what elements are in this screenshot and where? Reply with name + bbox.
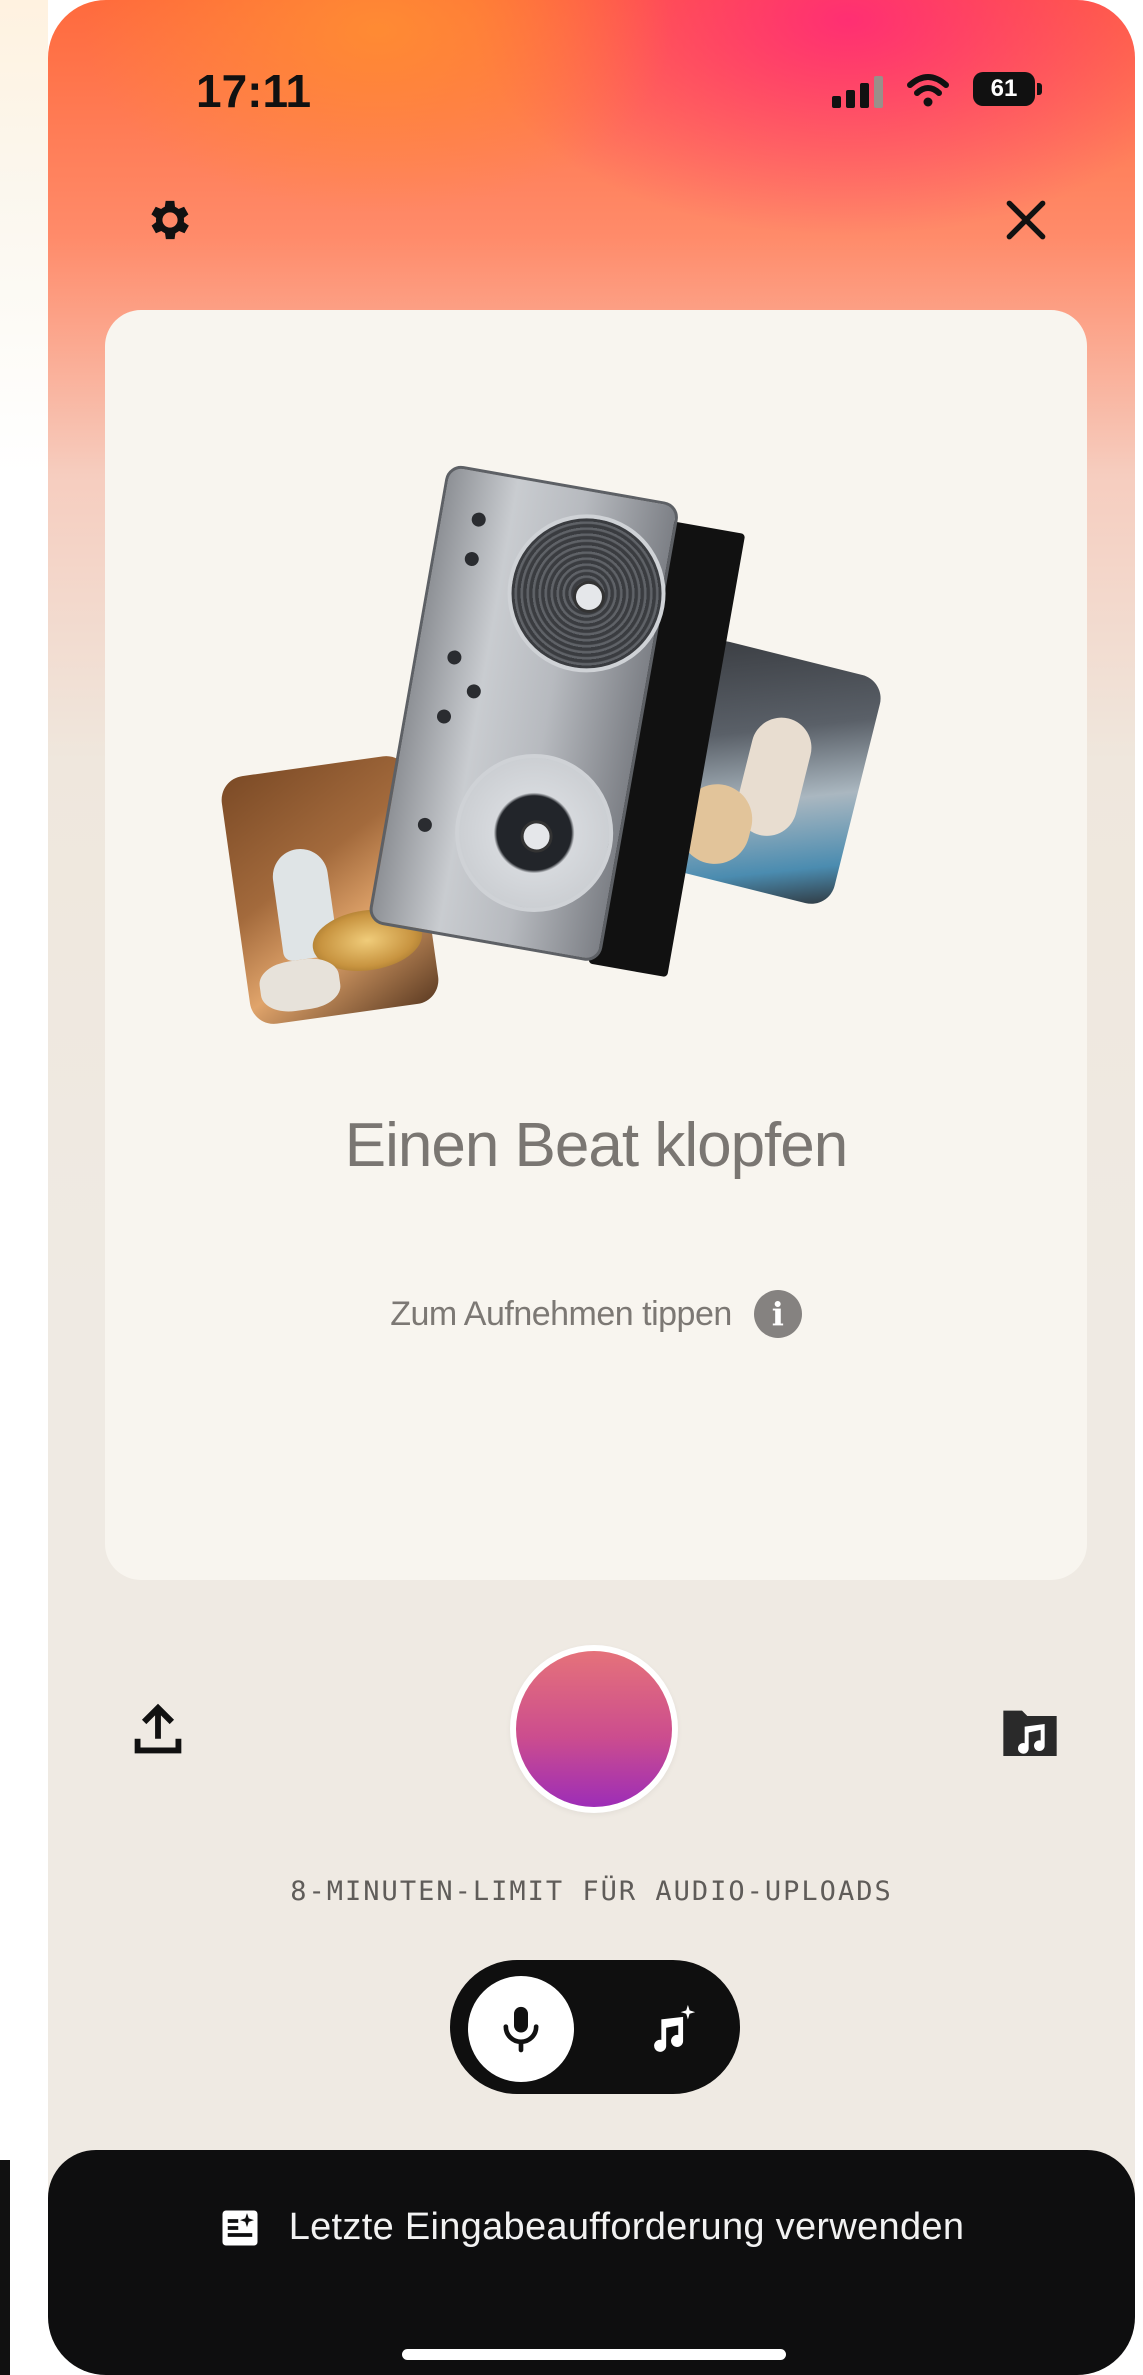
status-bar: 17:11 61: [48, 0, 1135, 180]
upload-icon: [134, 1703, 182, 1754]
drum: [256, 954, 344, 1016]
recording-screen: 17:11 61 Einen Beat klopfen Zum Aufnehme…: [48, 0, 1135, 2375]
home-indicator[interactable]: [402, 2349, 786, 2360]
knob: [446, 649, 463, 666]
settings-button[interactable]: [140, 190, 200, 250]
upload-limit-text: 8-MINUTEN-LIMIT FÜR AUDIO-UPLOADS: [290, 1876, 893, 1907]
microphone-icon: [503, 2006, 539, 2053]
record-hint: Zum Aufnehmen tippen i: [105, 1290, 1087, 1338]
knob: [435, 708, 453, 725]
audio-library-button[interactable]: [998, 1700, 1062, 1764]
input-mode-toggle: [450, 1960, 740, 2094]
record-button-fill: [516, 1651, 672, 1807]
record-button[interactable]: [510, 1645, 678, 1813]
knob: [416, 816, 433, 833]
music-sparkle-icon: [654, 2004, 696, 2052]
close-icon: [1006, 200, 1046, 240]
battery-icon: 61: [973, 72, 1042, 106]
tape-recorder-image: [366, 463, 746, 978]
upload-button[interactable]: [123, 1695, 193, 1765]
reuse-last-prompt-label: Letzte Eingabeaufforderung verwenden: [288, 2206, 965, 2248]
cellular-signal-icon: [832, 76, 883, 108]
info-icon[interactable]: i: [753, 1290, 802, 1338]
knob: [463, 550, 480, 568]
battery-level: 61: [990, 75, 1018, 102]
wifi-icon: [907, 74, 949, 107]
gear-icon: [151, 200, 189, 240]
previous-screen-edge: [0, 0, 48, 2375]
previous-screen-bottom-bar: [0, 2160, 10, 2375]
next-screen-edge: [1135, 0, 1143, 2375]
music-mode-button[interactable]: [618, 1976, 724, 2082]
close-button[interactable]: [996, 190, 1056, 250]
reuse-prompt-bar: Letzte Eingabeaufforderung verwenden: [48, 2150, 1135, 2375]
hero-collage: [205, 463, 965, 1028]
record-prompt-card[interactable]: Einen Beat klopfen Zum Aufnehmen tippen …: [105, 310, 1087, 1580]
reuse-last-prompt-button[interactable]: Letzte Eingabeaufforderung verwenden: [48, 2206, 1135, 2249]
knob: [465, 683, 482, 700]
card-title: Einen Beat klopfen: [344, 1111, 849, 1180]
microphone-mode-button[interactable]: [468, 1976, 574, 2082]
knob: [470, 511, 487, 528]
prompt-sparkle-icon: [222, 2210, 258, 2245]
status-time: 17:11: [196, 65, 312, 117]
record-hint-text: Zum Aufnehmen tippen: [390, 1294, 732, 1333]
music-folder-icon: [1003, 1710, 1057, 1756]
